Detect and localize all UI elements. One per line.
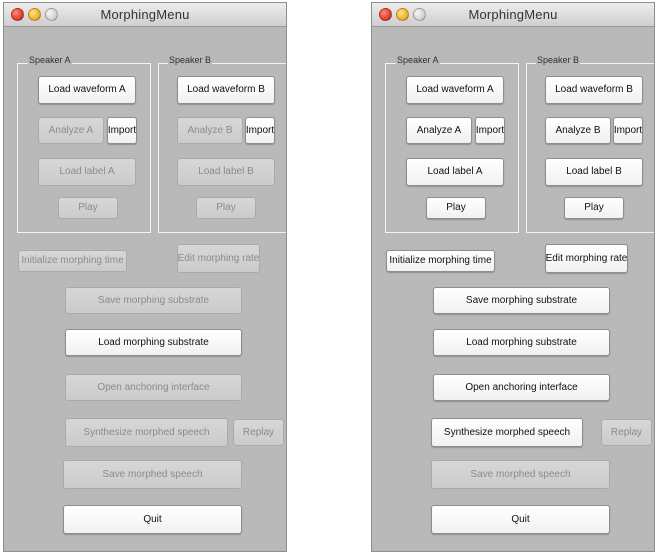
save-morphing-substrate-button[interactable]: Save morphing substrate <box>65 287 242 314</box>
load-label-a-button[interactable]: Load label A <box>406 158 504 186</box>
speaker-a-label: Speaker A <box>396 55 440 65</box>
import-a-button[interactable]: Import <box>107 117 137 144</box>
load-label-b-button[interactable]: Load label B <box>545 158 643 186</box>
morphing-menu-window-ready: MorphingMenu Speaker A Speaker B Load wa… <box>371 2 655 552</box>
import-b-button[interactable]: Import <box>245 117 275 144</box>
save-morphed-speech-button[interactable]: Save morphed speech <box>431 460 610 489</box>
load-label-b-button[interactable]: Load label B <box>177 158 275 186</box>
edit-morphing-rate-button[interactable]: Edit morphing rate <box>177 244 260 273</box>
edit-morphing-rate-button[interactable]: Edit morphing rate <box>545 244 628 273</box>
load-waveform-b-button[interactable]: Load waveform B <box>177 76 275 104</box>
save-morphed-speech-button[interactable]: Save morphed speech <box>63 460 242 489</box>
initialize-morphing-time-button[interactable]: Initialize morphing time <box>386 250 495 272</box>
load-label-a-button[interactable]: Load label A <box>38 158 136 186</box>
import-a-button[interactable]: Import <box>475 117 505 144</box>
initialize-morphing-time-button[interactable]: Initialize morphing time <box>18 250 127 272</box>
window-titlebar[interactable]: MorphingMenu <box>4 3 286 27</box>
analyze-b-button[interactable]: Analyze B <box>545 117 611 144</box>
load-morphing-substrate-button[interactable]: Load morphing substrate <box>433 329 610 356</box>
window-title: MorphingMenu <box>100 7 190 22</box>
replay-button[interactable]: Replay <box>601 419 652 446</box>
analyze-b-button[interactable]: Analyze B <box>177 117 243 144</box>
analyze-a-button[interactable]: Analyze A <box>38 117 104 144</box>
speaker-b-label: Speaker B <box>536 55 581 65</box>
quit-button[interactable]: Quit <box>431 505 610 534</box>
import-b-button[interactable]: Import <box>613 117 643 144</box>
quit-button[interactable]: Quit <box>63 505 242 534</box>
load-waveform-b-button[interactable]: Load waveform B <box>545 76 643 104</box>
morphing-menu-window-initial: MorphingMenu Speaker A Speaker B Load wa… <box>3 2 287 552</box>
load-morphing-substrate-button[interactable]: Load morphing substrate <box>65 329 242 356</box>
window-title: MorphingMenu <box>468 7 558 22</box>
save-morphing-substrate-button[interactable]: Save morphing substrate <box>433 287 610 314</box>
window-titlebar[interactable]: MorphingMenu <box>372 3 654 27</box>
open-anchoring-interface-button[interactable]: Open anchoring interface <box>65 374 242 401</box>
speaker-a-label: Speaker A <box>28 55 72 65</box>
play-b-button[interactable]: Play <box>564 197 624 219</box>
play-a-button[interactable]: Play <box>58 197 118 219</box>
synthesize-morphed-speech-button[interactable]: Synthesize morphed speech <box>431 418 583 447</box>
play-b-button[interactable]: Play <box>196 197 256 219</box>
open-anchoring-interface-button[interactable]: Open anchoring interface <box>433 374 610 401</box>
speaker-b-label: Speaker B <box>168 55 213 65</box>
analyze-a-button[interactable]: Analyze A <box>406 117 472 144</box>
load-waveform-a-button[interactable]: Load waveform A <box>38 76 136 104</box>
synthesize-morphed-speech-button[interactable]: Synthesize morphed speech <box>65 418 228 447</box>
load-waveform-a-button[interactable]: Load waveform A <box>406 76 504 104</box>
play-a-button[interactable]: Play <box>426 197 486 219</box>
replay-button[interactable]: Replay <box>233 419 284 446</box>
